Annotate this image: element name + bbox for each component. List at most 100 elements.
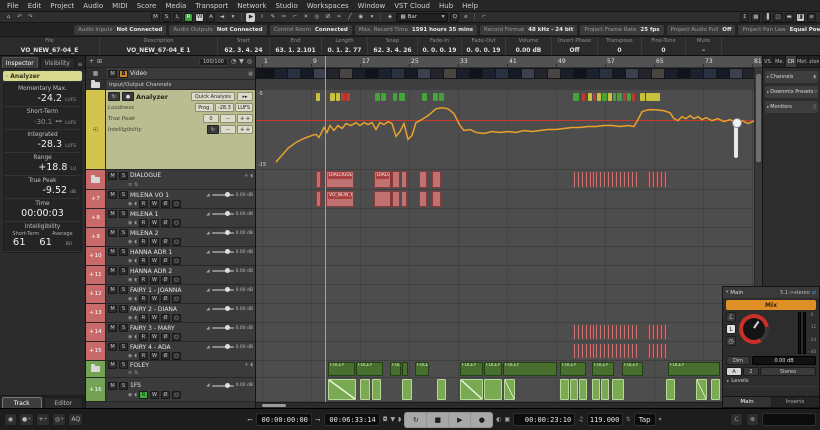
audio-event[interactable]: [599, 172, 601, 187]
audio-event[interactable]: DIALOGUE: [374, 171, 391, 188]
button-s[interactable]: S: [119, 305, 128, 313]
audio-event[interactable]: [603, 325, 605, 339]
analyzer-cell[interactable]: ✛ ✛: [237, 125, 253, 134]
write-button[interactable]: W: [150, 276, 159, 284]
audio-event[interactable]: [432, 191, 441, 207]
status-audio-outputs[interactable]: Audio OutputsNot Connected: [169, 25, 266, 35]
filter-icon[interactable]: ▼: [391, 416, 396, 423]
menu-help[interactable]: Help: [462, 2, 478, 10]
comp-tool[interactable]: ≈: [334, 13, 343, 22]
chevron-down-icon[interactable]: ▾: [659, 416, 662, 423]
button-s[interactable]: S: [119, 361, 128, 369]
scrollbar-thumb[interactable]: [262, 404, 286, 407]
monitor-mode-icon[interactable]: ▾: [228, 13, 237, 22]
read-button[interactable]: R: [139, 391, 148, 399]
split-tool[interactable]: ✂: [279, 13, 288, 22]
punch-icon[interactable]: ◗: [398, 416, 401, 423]
status-project-audio-pull[interactable]: Project Audio PullOff: [667, 25, 736, 35]
audio-event[interactable]: [648, 172, 650, 187]
lane-foley[interactable]: FOLEYFOLEYFOLEYFOLEYFOLEYFOLEYFOLEYFOLEY…: [256, 361, 762, 378]
audio-event[interactable]: [652, 172, 654, 187]
audio-event[interactable]: [432, 171, 441, 188]
track-counter[interactable]: 100/100: [199, 58, 228, 66]
right-locator-time[interactable]: 00:06:33:14: [324, 413, 380, 426]
audio-event[interactable]: [460, 379, 483, 400]
button-m[interactable]: M: [108, 324, 117, 332]
monitor-icon[interactable]: ◉: [128, 296, 132, 302]
record-button[interactable]: ●: [471, 413, 492, 427]
audio-event[interactable]: [360, 379, 370, 400]
menu-hub[interactable]: Hub: [439, 2, 453, 10]
record-mode-select[interactable]: ●▾: [19, 413, 34, 426]
write-button[interactable]: W: [150, 295, 159, 303]
volume-control[interactable]: ◢0.00 dB: [206, 269, 253, 274]
analyzer-cell[interactable]: ✛ ✛: [237, 114, 253, 123]
audio-event[interactable]: [577, 325, 579, 339]
listen-enable-button[interactable]: L: [726, 324, 736, 334]
audio-event[interactable]: [328, 379, 356, 400]
button-m[interactable]: M: [108, 286, 117, 294]
volume-slider[interactable]: [212, 194, 234, 196]
analyzer-cell[interactable]: --: [220, 125, 236, 134]
audio-quantize-button[interactable]: AQ: [68, 413, 83, 426]
audio-event[interactable]: [631, 325, 633, 339]
track-fairy-4-ada[interactable]: ✛15MSFAIRY 4 - ADA◢0.00 dB◉◖RWØ○: [86, 342, 255, 361]
bypass-inserts-button[interactable]: ○: [172, 352, 181, 360]
volume-slider[interactable]: [212, 270, 234, 272]
audio-event[interactable]: [573, 325, 575, 339]
loudness-enable-button[interactable]: ℒ: [726, 312, 736, 322]
button-m[interactable]: M: [108, 210, 117, 218]
menu-score[interactable]: Score: [137, 2, 157, 10]
quantize-mode-select[interactable]: ◎▾: [52, 413, 67, 426]
audio-event[interactable]: [631, 344, 633, 358]
info-invert-phase[interactable]: Invert PhaseOff: [552, 37, 598, 55]
audio-event[interactable]: [652, 325, 654, 339]
glue-tool[interactable]: ⌐: [290, 13, 299, 22]
status-control-room[interactable]: Control RoomConnected: [270, 25, 352, 35]
audio-event[interactable]: [656, 172, 658, 187]
inspector-menu-icon[interactable]: ≡: [76, 61, 84, 68]
audio-event[interactable]: [607, 172, 609, 187]
tab-met[interactable]: Met.: [797, 56, 808, 67]
audio-event[interactable]: [437, 379, 446, 400]
menu-midi[interactable]: MIDI: [112, 2, 128, 10]
audio-event[interactable]: [619, 325, 621, 339]
undo-icon[interactable]: ↶: [15, 13, 24, 22]
read-button[interactable]: R: [139, 352, 148, 360]
audio-event[interactable]: [374, 191, 391, 207]
lane-hanna-adr-2[interactable]: [256, 266, 762, 285]
duplicate-track-icon[interactable]: ⊞: [97, 58, 102, 65]
group-edit-icon[interactable]: ≡: [128, 370, 132, 376]
audio-event[interactable]: [581, 344, 583, 358]
video-track-lane[interactable]: [256, 68, 762, 80]
tab-main[interactable]: Main: [723, 397, 771, 407]
audio-event[interactable]: [579, 379, 587, 400]
info-end[interactable]: End63. 1. 2.101: [270, 37, 322, 55]
audio-event[interactable]: [581, 325, 583, 339]
write-button[interactable]: W: [150, 391, 159, 399]
audio-event[interactable]: [696, 379, 707, 400]
audio-event[interactable]: VO_NEW_67-04_E: [326, 191, 354, 207]
status-project-frame-rate[interactable]: Project Frame Rate25 fps: [580, 25, 663, 35]
audio-event[interactable]: [666, 379, 675, 400]
suspend-all-button[interactable]: A: [206, 13, 215, 22]
lane-1fs[interactable]: [256, 378, 762, 402]
lane-fairy-4-ada[interactable]: [256, 342, 762, 361]
add-track-button[interactable]: +: [89, 58, 94, 65]
volume-slider[interactable]: [212, 385, 234, 387]
left-zone-toggle[interactable]: ▐: [762, 13, 771, 22]
color-tool[interactable]: ▾: [367, 13, 376, 22]
monitor-icon[interactable]: ◉: [128, 392, 132, 398]
acoustic-feedback-icon[interactable]: ◄: [217, 13, 226, 22]
button-s[interactable]: S: [119, 343, 128, 351]
phones-icon[interactable]: ◖: [134, 353, 137, 359]
audio-event[interactable]: [627, 325, 629, 339]
volume-control[interactable]: ◢0.00 dB: [206, 250, 253, 255]
monitor-icon[interactable]: ◉: [128, 315, 132, 321]
value-field[interactable]: [762, 413, 816, 426]
object-selection-tool[interactable]: ▶: [246, 13, 255, 22]
volume-slider[interactable]: [212, 289, 234, 291]
read-all-button[interactable]: R: [184, 13, 193, 22]
quantize-button[interactable]: Q: [450, 13, 459, 22]
audio-event[interactable]: [585, 325, 587, 339]
